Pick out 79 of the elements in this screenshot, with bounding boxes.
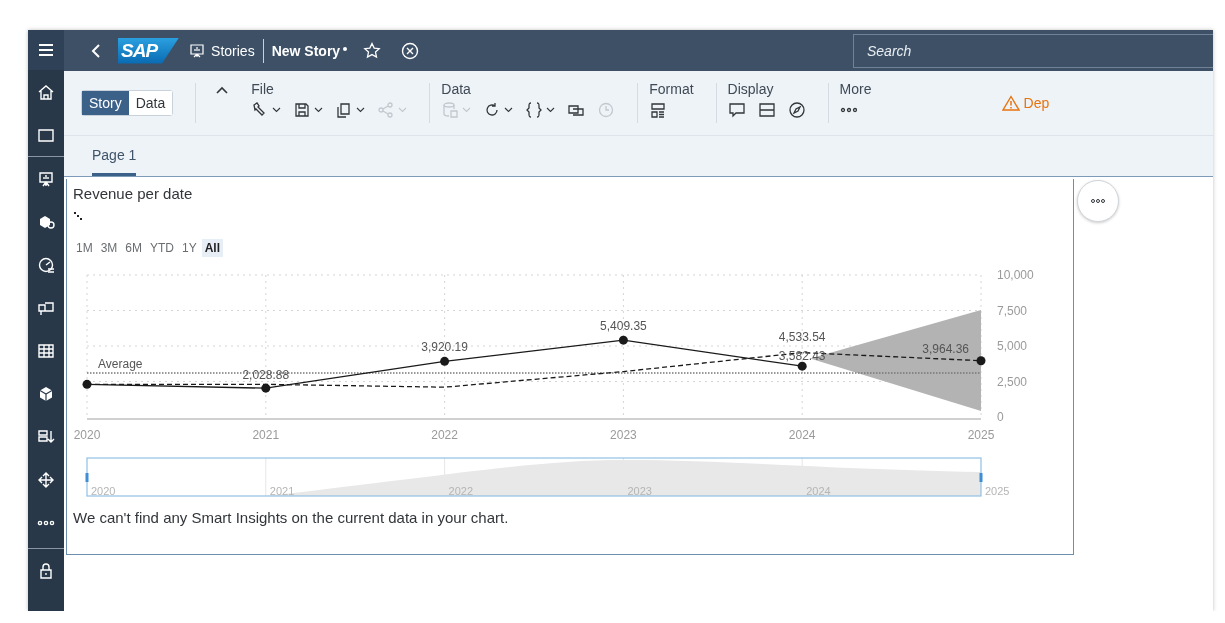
group-label: Data xyxy=(441,81,472,97)
panel-icon[interactable] xyxy=(757,101,776,119)
range-button[interactable]: 1M xyxy=(73,239,96,257)
axis-tick-label: 2021 xyxy=(252,428,280,442)
axis-tick-label: 7,500 xyxy=(997,303,1028,318)
data-label: 3,964.36 xyxy=(922,341,969,356)
data-point[interactable] xyxy=(976,356,986,366)
range-handle[interactable] xyxy=(979,473,983,482)
mode-tab[interactable]: Story xyxy=(82,91,129,115)
axis-tick-label: 2025 xyxy=(967,428,995,442)
data-point[interactable] xyxy=(618,335,628,345)
cube-icon[interactable] xyxy=(37,384,55,403)
data-label: 5,409.35 xyxy=(600,319,647,334)
range-button[interactable]: 6M xyxy=(122,239,145,257)
chart-title: Revenue per date xyxy=(73,185,194,202)
group-label: File xyxy=(251,81,275,97)
range-button[interactable]: 3M xyxy=(97,239,121,257)
save-icon[interactable] xyxy=(293,101,312,119)
refresh-button[interactable] xyxy=(483,101,514,119)
back-icon[interactable] xyxy=(90,42,102,59)
group-label: Display xyxy=(727,81,775,97)
data-point[interactable] xyxy=(261,383,271,393)
dropdown-icon[interactable] xyxy=(356,107,366,113)
group-label: More xyxy=(839,81,872,97)
ellipsis-icon[interactable] xyxy=(1090,198,1106,204)
data-label: 2,028.88 xyxy=(242,368,290,383)
braces-button[interactable] xyxy=(525,101,556,119)
warning-icon xyxy=(1001,95,1020,111)
search-field[interactable]: Search xyxy=(853,33,1213,68)
axis-tick-label: 2024 xyxy=(788,428,816,442)
star-icon[interactable] xyxy=(363,41,382,60)
layout-icon[interactable] xyxy=(649,101,668,119)
easel-icon[interactable] xyxy=(37,169,55,188)
dropdown-icon[interactable] xyxy=(546,107,556,113)
axis-tick-label: 5,000 xyxy=(997,339,1028,353)
range-button[interactable]: 1Y xyxy=(179,239,200,257)
home-icon[interactable] xyxy=(37,82,55,101)
data-label: 4,533.54 xyxy=(778,329,826,344)
axis-tick-label: 0 xyxy=(997,410,1004,424)
copy-button[interactable] xyxy=(335,101,366,119)
close-icon[interactable] xyxy=(401,41,420,60)
reference-line-label: Average xyxy=(98,357,143,371)
lock-icon[interactable] xyxy=(37,561,55,580)
range-button[interactable]: YTD xyxy=(147,239,177,257)
sap-logo[interactable]: SAP xyxy=(118,37,180,64)
axis-tick-label: 2023 xyxy=(610,428,637,442)
dropdown-icon[interactable] xyxy=(314,107,324,113)
easel-icon xyxy=(189,42,206,59)
move-icon[interactable] xyxy=(37,470,55,489)
group-label: Format xyxy=(649,81,694,97)
compass-icon[interactable] xyxy=(787,101,806,119)
axis-tick-label: 2,500 xyxy=(997,374,1028,389)
dropdown-icon[interactable] xyxy=(504,107,514,113)
insight-message: We can't find any Smart Insights on the current data in your chart. xyxy=(73,509,510,526)
navigator-label: 2025 xyxy=(985,485,1010,497)
data-label: 3,920.19 xyxy=(421,340,468,355)
braces-icon[interactable] xyxy=(525,101,544,119)
axis-tick-label: 2022 xyxy=(431,428,458,442)
range-button[interactable]: All xyxy=(201,239,224,257)
range-handle[interactable] xyxy=(85,473,89,482)
save-button[interactable] xyxy=(293,101,324,119)
data-point[interactable] xyxy=(797,361,807,371)
navigator-label: 2020 xyxy=(91,485,116,497)
story-title: New Story xyxy=(271,42,341,59)
navigator-label: 2021 xyxy=(269,485,295,497)
data-label: 3,582.43 xyxy=(778,348,826,363)
axis-tick-label: 10,000 xyxy=(997,268,1034,282)
menu-icon[interactable] xyxy=(37,41,55,59)
data-point[interactable] xyxy=(440,356,450,366)
axis-tick-label: 2020 xyxy=(73,428,101,442)
gauge-icon[interactable] xyxy=(37,255,55,274)
collapse-icon[interactable] xyxy=(215,85,230,95)
dropdown-icon[interactable] xyxy=(272,107,282,113)
data-point[interactable] xyxy=(82,379,92,389)
page-tab[interactable]: Page 1 xyxy=(92,147,137,176)
breadcrumb-link[interactable]: Stories xyxy=(211,42,255,59)
drill-icon[interactable] xyxy=(73,211,83,220)
table-icon[interactable] xyxy=(37,341,55,360)
comment-icon[interactable] xyxy=(727,101,746,119)
